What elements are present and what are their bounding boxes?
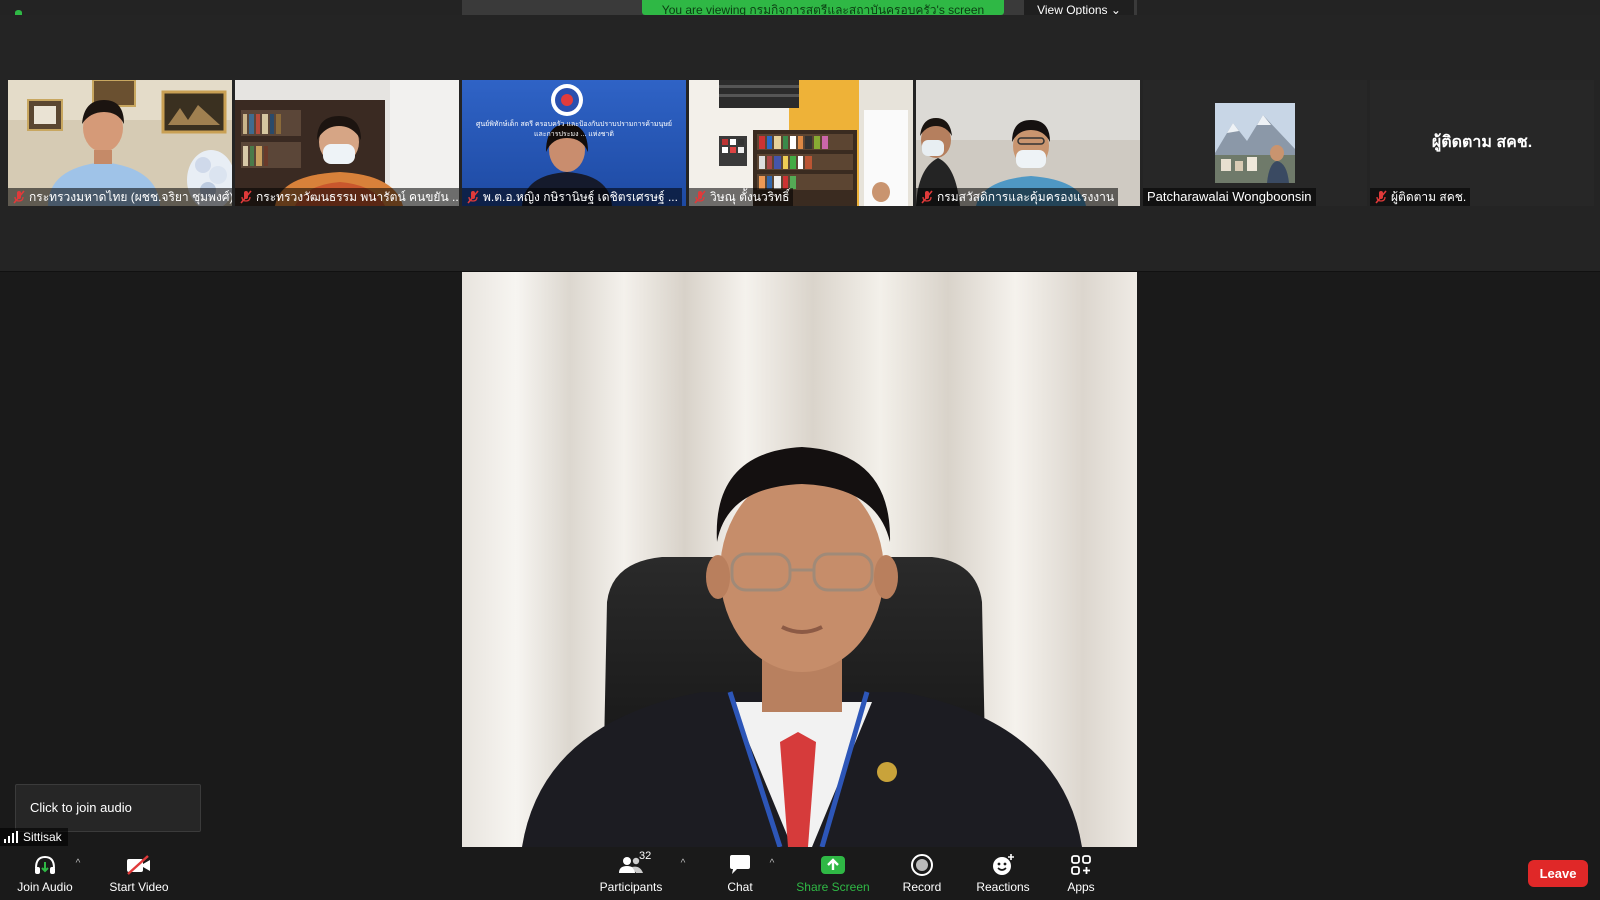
signal-strength-icon bbox=[4, 831, 18, 843]
participant-name: กระทรวงมหาดไทย (ผชช.จริยา ชุมพงศ์) bbox=[29, 190, 232, 204]
share-screen-label: Share Screen bbox=[796, 880, 870, 894]
shared-screen-view[interactable] bbox=[462, 272, 1137, 847]
participant-gallery-strip: กระทรวงมหาดไทย (ผชช.จริยา ชุมพงศ์) กระทร… bbox=[0, 15, 1600, 272]
participant-tile[interactable]: วิษณุ ตั้งนวริทธิ์ bbox=[689, 80, 913, 206]
participant-tile[interactable]: กรมสวัสดิการและคุ้มครองแรงงาน bbox=[916, 80, 1140, 206]
participants-button[interactable]: 32 Participants bbox=[596, 847, 666, 900]
participant-name: กรมสวัสดิการและคุ้มครองแรงงาน bbox=[937, 190, 1115, 204]
self-view-name: Sittisak bbox=[23, 830, 62, 844]
headphones-icon bbox=[31, 852, 59, 878]
participants-icon: 32 bbox=[617, 850, 651, 878]
reactions-button[interactable]: Reactions bbox=[969, 847, 1037, 900]
participant-name-label: กระทรวงมหาดไทย (ผชช.จริยา ชุมพงศ์) bbox=[8, 188, 232, 206]
microphone-muted-icon bbox=[1375, 190, 1387, 204]
video-off-icon bbox=[125, 852, 153, 878]
participant-tile[interactable]: กระทรวงมหาดไทย (ผชช.จริยา ชุมพงศ์) bbox=[8, 80, 232, 206]
apps-button[interactable]: Apps bbox=[1053, 847, 1109, 900]
active-speaker-video bbox=[462, 272, 1137, 847]
microphone-muted-icon bbox=[13, 190, 25, 204]
leave-meeting-button[interactable]: Leave bbox=[1528, 860, 1588, 887]
participant-name: Patcharawalai Wongboonsin bbox=[1147, 189, 1312, 204]
start-video-label: Start Video bbox=[109, 880, 169, 894]
participant-tile[interactable]: กระทรวงวัฒนธรรม พนารัตน์ คนขยัน ... bbox=[235, 80, 459, 206]
microphone-muted-icon bbox=[240, 190, 252, 204]
banner-line-2: และการประมง ... แห่งชาติ bbox=[534, 131, 614, 138]
participant-name-label: Patcharawalai Wongboonsin bbox=[1143, 188, 1316, 206]
participant-name-label: กระทรวงวัฒนธรรม พนารัตน์ คนขยัน ... bbox=[235, 188, 459, 206]
share-screen-icon bbox=[819, 852, 847, 878]
organization-banner-text: ศูนย์พิทักษ์เด็ก สตรี ครอบครัว และป้องกั… bbox=[462, 120, 686, 140]
participant-center-name: ผู้ติดตาม สคช. bbox=[1431, 134, 1533, 151]
record-icon bbox=[908, 852, 936, 878]
chat-button[interactable]: Chat bbox=[709, 847, 771, 900]
top-bar: You are viewing กรมกิจการสตรีและสถาบันคร… bbox=[0, 0, 1600, 15]
share-screen-button[interactable]: Share Screen bbox=[795, 847, 871, 900]
participant-name-label: พ.ต.อ.หญิง กษิรานิษฐ์ เดชิตรเศรษฐ์ ... bbox=[462, 188, 682, 206]
join-audio-tooltip[interactable]: Click to join audio bbox=[15, 784, 201, 832]
reactions-label: Reactions bbox=[976, 880, 1030, 894]
participant-tile[interactable]: ผู้ติดตาม สคช. ผู้ติดตาม สคช. bbox=[1370, 80, 1594, 206]
join-audio-button[interactable]: Join Audio bbox=[14, 847, 76, 900]
zoom-meeting-window: You are viewing กรมกิจการสตรีและสถาบันคร… bbox=[0, 0, 1600, 900]
participant-name-label: กรมสวัสดิการและคุ้มครองแรงงาน bbox=[916, 188, 1119, 206]
participant-name: พ.ต.อ.หญิง กษิรานิษฐ์ เดชิตรเศรษฐ์ ... bbox=[483, 190, 678, 204]
participant-name-label: วิษณุ ตั้งนวริทธิ์ bbox=[689, 188, 794, 206]
participant-name: กระทรวงวัฒนธรรม พนารัตน์ คนขยัน ... bbox=[256, 190, 459, 204]
participant-name: วิษณุ ตั้งนวริทธิ์ bbox=[710, 190, 790, 204]
chat-label: Chat bbox=[727, 880, 753, 894]
microphone-muted-icon bbox=[467, 190, 479, 204]
participant-name-label: ผู้ติดตาม สคช. bbox=[1370, 188, 1471, 206]
participants-label: Participants bbox=[599, 880, 663, 894]
record-button[interactable]: Record bbox=[891, 847, 953, 900]
chat-options-chevron-up-icon[interactable]: ^ bbox=[767, 859, 777, 869]
self-view-name-label: Sittisak bbox=[0, 828, 68, 846]
viewing-screen-banner: You are viewing กรมกิจการสตรีและสถาบันคร… bbox=[642, 0, 1004, 15]
record-label: Record bbox=[902, 880, 942, 894]
participant-tile[interactable]: Patcharawalai Wongboonsin bbox=[1143, 80, 1367, 206]
participant-name: ผู้ติดตาม สคช. bbox=[1391, 190, 1467, 204]
start-video-button[interactable]: Start Video bbox=[104, 847, 174, 900]
audio-options-chevron-up-icon[interactable]: ^ bbox=[73, 859, 83, 869]
view-options-button[interactable]: View Options ⌄ bbox=[1024, 0, 1134, 15]
chat-icon bbox=[726, 852, 754, 878]
join-audio-label: Join Audio bbox=[17, 880, 73, 894]
meeting-toolbar: Join Audio ^ Start Video 32 Participants… bbox=[0, 847, 1600, 900]
banner-line-1: ศูนย์พิทักษ์เด็ก สตรี ครอบครัว และป้องกั… bbox=[475, 121, 673, 128]
participants-count: 32 bbox=[639, 850, 652, 862]
apps-icon bbox=[1067, 852, 1095, 878]
apps-label: Apps bbox=[1067, 880, 1095, 894]
participant-tile[interactable]: ศูนย์พิทักษ์เด็ก สตรี ครอบครัว และป้องกั… bbox=[462, 80, 686, 206]
microphone-muted-icon bbox=[694, 190, 706, 204]
participant-profile-photo bbox=[1215, 103, 1295, 183]
reactions-smiley-icon bbox=[989, 852, 1017, 878]
microphone-muted-icon bbox=[921, 190, 933, 204]
participants-options-chevron-up-icon[interactable]: ^ bbox=[678, 859, 688, 869]
